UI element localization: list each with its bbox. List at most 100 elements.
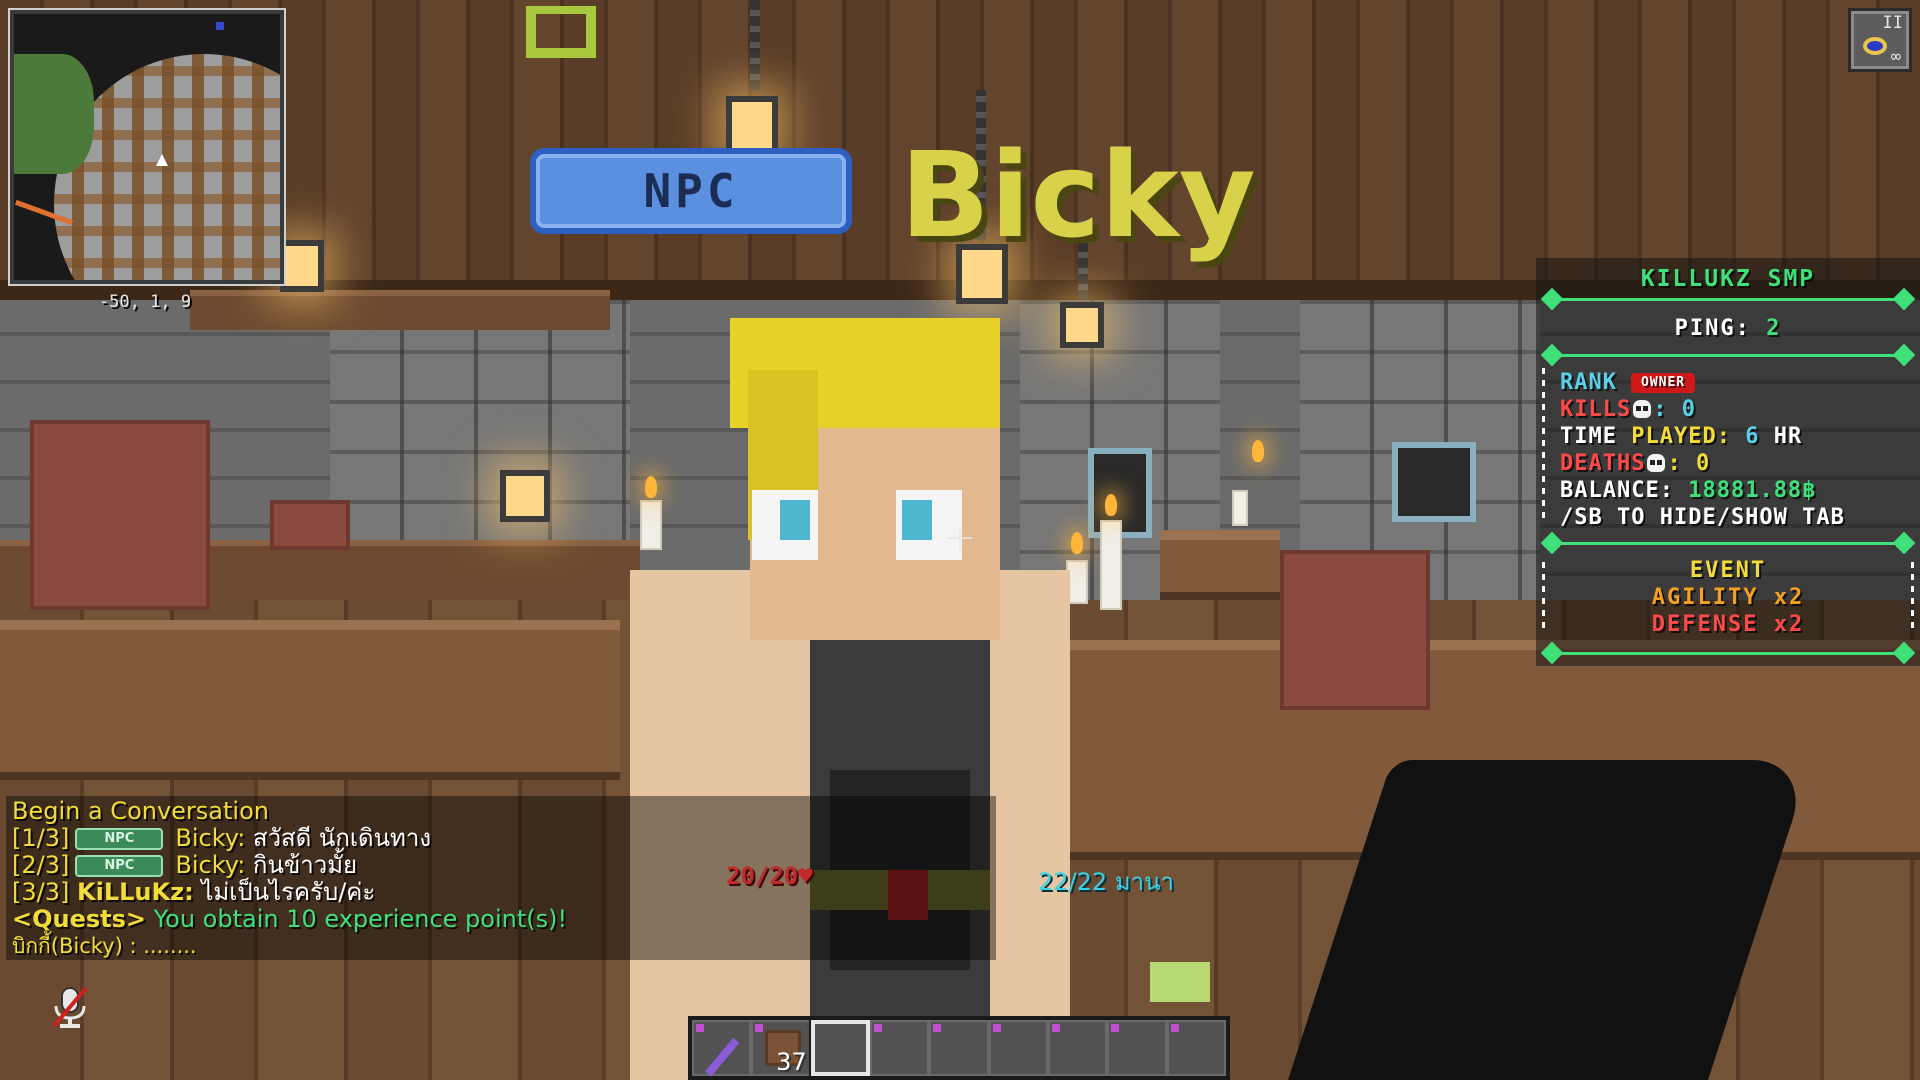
chat-speaker: Bicky: bbox=[175, 824, 246, 852]
health-readout: 20/20♥ bbox=[726, 862, 813, 890]
status-effect-badge: II ∞ bbox=[1848, 8, 1912, 72]
slot-marker-icon bbox=[1111, 1024, 1120, 1032]
scoreboard-divider bbox=[1546, 354, 1910, 357]
chat-line: [2/3] NPC Bicky: กินข้าวมั้ย bbox=[12, 852, 357, 879]
deaths-row: DEATHS : 0 bbox=[1560, 451, 1710, 476]
skull-icon bbox=[1647, 454, 1666, 472]
hotbar-slot-9[interactable] bbox=[1166, 1020, 1226, 1076]
hotbar-slot-6[interactable] bbox=[988, 1020, 1049, 1076]
effect-duration: ∞ bbox=[1890, 47, 1901, 67]
balance-label: BALANCE: bbox=[1560, 478, 1674, 503]
item-count: 37 bbox=[776, 1048, 807, 1076]
wall-lantern bbox=[280, 240, 324, 292]
lantern-chain bbox=[750, 0, 760, 90]
scoreboard-title: KILLUKZ SMP bbox=[1640, 266, 1816, 292]
chat-step: [3/3] bbox=[12, 878, 70, 906]
slot-marker-icon bbox=[696, 1024, 704, 1032]
hanging-lantern bbox=[726, 96, 778, 156]
candle-flame bbox=[1105, 494, 1117, 516]
clay-pot bbox=[30, 420, 210, 610]
chat-text: สวัสดี นักเดินทาง bbox=[252, 824, 432, 852]
scoreboard-divider bbox=[1546, 542, 1910, 545]
npc-chip: NPC bbox=[75, 828, 164, 850]
ping-value: 2 bbox=[1766, 316, 1782, 341]
kills-row: KILLS : 0 bbox=[1560, 397, 1696, 422]
npc-bicky-model[interactable] bbox=[630, 310, 1070, 1080]
scoreboard-divider bbox=[1546, 652, 1910, 655]
scoreboard-divider bbox=[1546, 298, 1910, 301]
balance-value: 18881.88฿ bbox=[1688, 478, 1817, 503]
chat-line: บิกกี้(Bicky) : ........ bbox=[12, 933, 197, 960]
chat-npc-typing: บิกกี้(Bicky) : ........ bbox=[12, 934, 197, 958]
time-value: 6 bbox=[1745, 424, 1760, 449]
table-lantern bbox=[500, 470, 550, 522]
hotbar-slot-1[interactable] bbox=[692, 1020, 752, 1077]
time-played-row: TIME PLAYED: 6 HR bbox=[1560, 424, 1802, 449]
slot-marker-icon bbox=[992, 1024, 1001, 1032]
event-defense: DEFENSE x2 bbox=[1651, 612, 1805, 637]
hotbar-slot-8[interactable] bbox=[1107, 1020, 1167, 1076]
muted-mic-icon bbox=[52, 986, 88, 1028]
minimap-north-marker-icon bbox=[216, 22, 224, 30]
magic-wand-icon bbox=[704, 1037, 740, 1077]
candle-flame bbox=[1071, 532, 1083, 554]
rank-row: RANK OWNER bbox=[1560, 370, 1696, 395]
deaths-label: DEATHS bbox=[1560, 451, 1646, 476]
chat-text: กินข้าวมั้ย bbox=[252, 851, 358, 879]
npc-chip: NPC bbox=[75, 855, 164, 877]
chat-line: <Quests> You obtain 10 experience point(… bbox=[12, 906, 567, 933]
kills-label: KILLS bbox=[1560, 397, 1632, 422]
player-position-arrow-icon bbox=[156, 154, 168, 166]
hotbar-slot-7[interactable] bbox=[1048, 1020, 1108, 1076]
hotbar-slot-5[interactable] bbox=[929, 1020, 989, 1076]
candle-flame bbox=[1252, 440, 1264, 462]
npc-badge: NPC bbox=[530, 148, 852, 234]
chat-text: ไม่เป็นไรครับ/ค่ะ bbox=[201, 878, 376, 906]
slot-marker-icon bbox=[874, 1024, 883, 1032]
chat-speaker: KiLLuKz: bbox=[77, 878, 194, 906]
chat-box: Begin a Conversation [1/3] NPC Bicky: สวัส… bbox=[6, 796, 996, 960]
npc-pupil-left bbox=[780, 500, 810, 540]
hint-row: /SB TO HIDE/SHOW TAB bbox=[1560, 505, 1845, 530]
scoreboard-dash-left bbox=[1542, 368, 1545, 518]
event-agility: AGILITY x2 bbox=[1651, 585, 1805, 610]
chat-text: You obtain 10 experience point(s)! bbox=[153, 905, 568, 933]
effect-level: II bbox=[1882, 13, 1903, 33]
minimap[interactable] bbox=[8, 8, 286, 286]
candle bbox=[1100, 520, 1122, 610]
minimap-grass bbox=[14, 54, 94, 174]
time-label-b: PLAYED: bbox=[1631, 424, 1731, 449]
skull-icon bbox=[1633, 400, 1652, 418]
overhead-marker-icon bbox=[526, 6, 596, 58]
chat-line: [3/3] KiLLuKz: ไม่เป็นไรครับ/ค่ะ bbox=[12, 879, 375, 906]
kills-value: : 0 bbox=[1653, 397, 1696, 422]
deaths-value: : 0 bbox=[1667, 451, 1711, 476]
wooden-shelf bbox=[190, 290, 610, 330]
ping-label: PING: bbox=[1674, 316, 1751, 341]
slot-marker-icon bbox=[933, 1024, 942, 1032]
chat-header: Begin a Conversation bbox=[12, 797, 269, 825]
chat-step: [1/3] bbox=[12, 824, 70, 852]
time-unit: HR bbox=[1773, 424, 1803, 449]
chat-quest-tag: <Quests> bbox=[12, 905, 147, 933]
player-coordinates: -50, 1, 9 bbox=[98, 292, 192, 312]
clay-pot bbox=[1280, 550, 1430, 710]
xp-orb-block bbox=[1150, 962, 1210, 1002]
hotbar: 37 bbox=[688, 1016, 1230, 1080]
npc-pupil-right bbox=[902, 500, 932, 540]
small-table bbox=[1160, 530, 1280, 600]
npc-name-label: Bicky bbox=[900, 126, 1256, 264]
chat-line: Begin a Conversation bbox=[12, 798, 269, 825]
slot-marker-icon bbox=[1052, 1024, 1061, 1032]
hotbar-slot-3-selected[interactable] bbox=[810, 1020, 871, 1076]
mana-readout: 22/22 มานา bbox=[1038, 868, 1174, 896]
ping-row: PING: 2 bbox=[1536, 316, 1920, 341]
hotbar-slot-4[interactable] bbox=[870, 1020, 930, 1076]
slot-marker-icon bbox=[1170, 1024, 1179, 1032]
chat-speaker: Bicky: bbox=[175, 851, 246, 879]
item-frame bbox=[1392, 442, 1476, 522]
hotbar-slot-2[interactable]: 37 bbox=[751, 1020, 811, 1076]
time-label-a: TIME bbox=[1560, 424, 1632, 449]
chat-step: [2/3] bbox=[12, 851, 70, 879]
balance-row: BALANCE: 18881.88฿ bbox=[1560, 478, 1816, 503]
